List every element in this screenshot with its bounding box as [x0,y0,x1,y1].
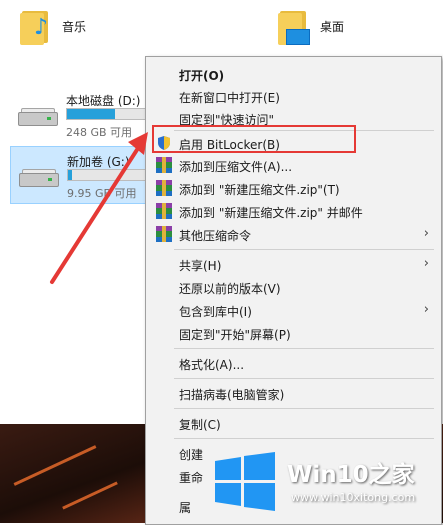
bitlocker-highlight-box [152,125,356,153]
menu-item-label: 添加到 "新建压缩文件.zip" 并邮件 [179,206,363,220]
menu-divider [174,438,434,439]
chevron-right-icon: › [423,256,429,271]
watermark-site: www.win10xitong.com [291,491,416,504]
menu-item-open[interactable]: 打开(O) [146,63,441,85]
menu-item-label: 共享(H) [179,259,222,273]
folder-music-label: 音乐 [62,19,87,34]
drive-g-name: 新加卷 (G:) [67,155,130,169]
folder-desktop-label: 桌面 [320,19,345,34]
menu-item-label: 格式化(A)... [179,358,245,372]
hard-drive-icon [19,169,59,187]
drive-g-free-space: 9.95 GB 可用 [67,187,137,200]
chevron-right-icon: › [423,302,429,317]
desktop-folder-icon [278,7,312,45]
menu-divider [174,408,434,409]
winrar-icon [156,180,172,196]
menu-item-label: 添加到压缩文件(A)... [179,160,293,174]
menu-item-add-to-zip-email[interactable]: 添加到 "新建压缩文件.zip" 并邮件 [146,200,441,222]
drive-d-usage-bar [66,108,146,120]
menu-item-label: 还原以前的版本(V) [179,282,281,296]
windows-logo-icon [215,452,275,511]
menu-item-label: 重命 [179,471,204,485]
menu-divider [174,249,434,250]
menu-item-add-to-archive[interactable]: 添加到压缩文件(A)... [146,154,441,176]
menu-item-add-to-zip[interactable]: 添加到 "新建压缩文件.zip"(T) [146,177,441,199]
winrar-icon [156,157,172,173]
menu-item-open-label: 打开(O) [179,69,225,83]
menu-item-label: 复制(C) [179,418,221,432]
winrar-icon [156,203,172,219]
hard-drive-icon [18,108,58,126]
chevron-right-icon: › [423,226,429,241]
menu-item-pin-start[interactable]: 固定到"开始"屏幕(P) [146,322,441,344]
drive-d-free-space: 248 GB 可用 [66,126,133,139]
menu-item-label: 扫描病毒(电脑管家) [179,388,285,402]
watermark-brand: Win10之家 [287,462,415,488]
drive-d[interactable]: 本地磁盘 (D:) 248 GB 可用 [10,86,146,142]
menu-item-restore-previous[interactable]: 还原以前的版本(V) [146,276,441,298]
menu-item-copy[interactable]: 复制(C) [146,412,441,434]
music-folder-icon: ♪ [20,7,54,45]
folder-music[interactable]: ♪ 音乐 [20,4,86,48]
drive-g-usage-bar [67,169,147,181]
menu-item-label: 固定到"开始"屏幕(P) [179,328,291,342]
winrar-icon [156,226,172,242]
menu-item-label: 包含到库中(I) [179,305,252,319]
menu-item-open-new-window[interactable]: 在新窗口中打开(E) [146,85,441,107]
win10-watermark: Win10之家 www.win10xitong.com [207,445,443,523]
menu-item-label: 属 [179,501,192,515]
menu-item-share[interactable]: 共享(H) › [146,253,441,275]
menu-divider [174,378,434,379]
menu-item-label: 在新窗口中打开(E) [179,91,280,105]
menu-item-other-compress[interactable]: 其他压缩命令 › [146,223,441,245]
drive-g[interactable]: 新加卷 (G:) 9.95 GB 可用 [10,146,147,204]
drive-d-name: 本地磁盘 (D:) [66,94,141,108]
menu-item-scan-virus[interactable]: 扫描病毒(电脑管家) [146,382,441,404]
menu-divider [174,348,434,349]
menu-item-format[interactable]: 格式化(A)... [146,352,441,374]
menu-item-label: 添加到 "新建压缩文件.zip"(T) [179,183,340,197]
menu-item-label: 其他压缩命令 [179,229,252,243]
folder-desktop[interactable]: 桌面 [278,4,344,48]
menu-item-include-library[interactable]: 包含到库中(I) › [146,299,441,321]
menu-item-label: 创建 [179,448,204,462]
